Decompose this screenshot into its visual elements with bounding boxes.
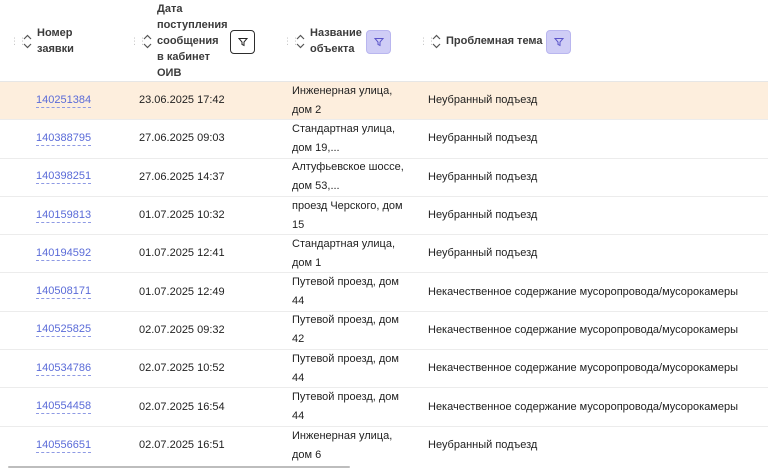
drag-handle-icon[interactable]: ⋮⋮ [283,36,300,46]
problem-topic: Неубранный подъезд [428,170,538,183]
filter-button-topic[interactable] [546,30,571,54]
problem-topic: Некачественное содержание мусоропровода/… [428,400,739,413]
drag-handle-icon[interactable]: ⋮⋮ [130,36,147,46]
sort-arrows-icon[interactable] [22,34,32,49]
table-row[interactable]: 140398251 27.06.2025 14:37 Алтуфьевское … [0,159,768,197]
message-date: 02.07.2025 16:54 [139,400,225,413]
message-date: 02.07.2025 16:51 [139,439,225,452]
message-date: 01.07.2025 12:41 [139,247,225,260]
table-row[interactable]: 140508171 01.07.2025 12:49 Путевой проез… [0,273,768,312]
column-header-topic[interactable]: ⋮⋮ Проблемная тема [419,0,543,82]
object-name: Инженерная улица, дом 2 [292,84,393,116]
filter-funnel-icon [237,38,248,47]
object-name: Алтуфьевское шоссе, дом 53,... [292,161,404,193]
column-title-topic: Проблемная тема [446,35,543,47]
message-date: 02.07.2025 09:32 [139,323,225,336]
table-row[interactable]: 140554458 02.07.2025 16:54 Путевой проез… [0,388,768,427]
problem-topic: Неубранный подъезд [428,132,538,145]
request-id-link[interactable]: 140251384 [36,94,92,108]
object-name: Путевой проезд, дом 42 [292,314,399,346]
object-name: Путевой проезд, дом 44 [292,276,399,308]
request-id-link[interactable]: 140398251 [36,170,92,185]
sort-arrows-icon[interactable] [142,34,152,49]
column-title-date: Дата поступления сообщения в кабинет ОИВ [157,3,228,79]
filter-funnel-icon [373,38,384,47]
message-date: 27.06.2025 09:03 [139,132,225,145]
object-name: Инженерная улица, дом 6 [292,429,393,461]
request-id-link[interactable]: 140388795 [36,132,92,146]
table-row[interactable]: 140194592 01.07.2025 12:41 Стандартная у… [0,235,768,274]
object-name: Путевой проезд, дом 44 [292,352,399,384]
column-title-object: Название объекта [310,27,362,55]
request-id-link[interactable]: 140525825 [36,323,92,338]
problem-topic: Некачественное содержание мусоропровода/… [428,323,739,336]
problem-topic: Неубранный подъезд [428,439,538,452]
table-row[interactable]: 140556651 02.07.2025 16:51 Инженерная ул… [0,427,768,465]
sort-arrows-icon[interactable] [431,34,441,49]
table-header: ⋮⋮ Номер заявки ⋮⋮ Дата поступления сооб… [0,0,768,82]
message-date: 01.07.2025 12:49 [139,285,225,298]
request-id-link[interactable]: 140554458 [36,400,92,415]
object-name: проезд Черского, дом 15 [292,199,403,231]
drag-handle-icon[interactable]: ⋮⋮ [419,36,436,46]
request-id-link[interactable]: 140159813 [36,209,92,223]
column-header-date[interactable]: ⋮⋮ Дата поступления сообщения в кабинет … [130,0,228,82]
drag-handle-icon[interactable]: ⋮⋮ [10,36,27,46]
request-id-link[interactable]: 140508171 [36,285,92,300]
problem-topic: Некачественное содержание мусоропровода/… [428,362,739,375]
problem-topic: Неубранный подъезд [428,247,538,260]
horizontal-scrollbar[interactable] [8,466,350,468]
requests-table: ⋮⋮ Номер заявки ⋮⋮ Дата поступления сооб… [0,0,768,465]
filter-button-date[interactable] [230,30,255,54]
column-title-id: Номер заявки [37,27,74,55]
problem-topic: Некачественное содержание мусоропровода/… [428,285,739,298]
column-header-id[interactable]: ⋮⋮ Номер заявки [10,0,74,82]
sort-arrows-icon[interactable] [295,34,305,49]
request-id-link[interactable]: 140556651 [36,439,92,453]
request-id-link[interactable]: 140534786 [36,362,92,376]
object-name: Стандартная улица, дом 1 [292,237,396,269]
problem-topic: Неубранный подъезд [428,209,538,222]
table-row[interactable]: 140159813 01.07.2025 10:32 проезд Черско… [0,197,768,236]
message-date: 01.07.2025 10:32 [139,209,225,222]
object-name: Путевой проезд, дом 44 [292,391,399,423]
table-body: 140251384 23.06.2025 17:42 Инженерная ул… [0,82,768,465]
column-header-object[interactable]: ⋮⋮ Название объекта [283,0,362,82]
message-date: 02.07.2025 10:52 [139,362,225,375]
table-row[interactable]: 140388795 27.06.2025 09:03 Стандартная у… [0,120,768,159]
table-row[interactable]: 140534786 02.07.2025 10:52 Путевой проез… [0,350,768,389]
filter-funnel-icon [553,38,564,47]
message-date: 27.06.2025 14:37 [139,170,225,183]
table-row[interactable]: 140525825 02.07.2025 09:32 Путевой проез… [0,312,768,351]
filter-button-object[interactable] [366,30,391,54]
request-id-link[interactable]: 140194592 [36,247,92,261]
object-name: Стандартная улица, дом 19,... [292,122,396,154]
message-date: 23.06.2025 17:42 [139,94,225,107]
problem-topic: Неубранный подъезд [428,94,538,107]
table-row[interactable]: 140251384 23.06.2025 17:42 Инженерная ул… [0,82,768,121]
